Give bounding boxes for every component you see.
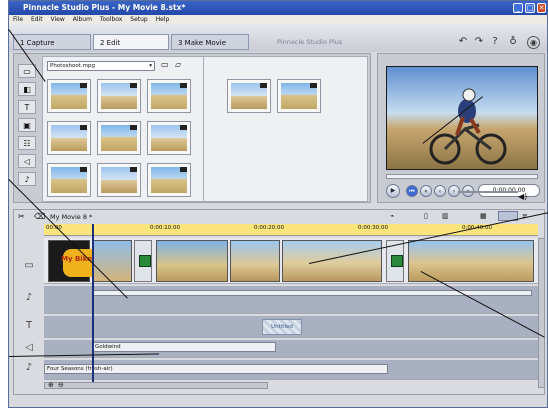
step-back-button[interactable]: ‹ xyxy=(434,185,446,197)
maximize-button[interactable]: □ xyxy=(525,3,535,13)
player-panel: ▶ ⏮ « ‹ › » 0:00:00.00 ◀) xyxy=(377,53,545,203)
ruler-tick-label: 0:00:10.00 xyxy=(150,225,180,231)
video-clip[interactable] xyxy=(230,240,280,282)
album-contents: Photoshoot.mpg ▾ ▭ ▱ xyxy=(42,56,368,203)
audio-mixer-icon[interactable]: ⌁ xyxy=(390,212,394,220)
go-to-start-button[interactable]: ⏮ xyxy=(406,185,418,197)
menus-tab-icon[interactable]: ☷ xyxy=(18,136,36,150)
video-clip[interactable] xyxy=(92,240,132,282)
volume-icon[interactable]: ◀) xyxy=(518,192,527,201)
music-track-icon: ♪ xyxy=(25,362,33,373)
storyboard-view-icon[interactable]: ▦ xyxy=(480,212,487,220)
scrubber-bar[interactable] xyxy=(386,174,538,179)
ruler-tick-label: 0:00:30.00 xyxy=(358,225,388,231)
sound-effects-track: Goldwind xyxy=(44,340,538,358)
source-file-value: Photoshoot.mpg xyxy=(50,63,96,69)
title-bar: Pinnacle Studio Plus - My Movie 8.stx* xyxy=(9,1,547,15)
brand-label: Pinnacle Studio Plus xyxy=(277,38,343,46)
menu-bar: File Edit View Album Toolbox Setup Help xyxy=(9,15,547,24)
play-button[interactable]: ▶ xyxy=(386,184,400,198)
cyclist-image xyxy=(429,88,507,165)
menu-file[interactable]: File xyxy=(13,16,23,23)
window-title: Pinnacle Studio Plus - My Movie 8.stx* xyxy=(23,3,186,12)
vertical-scrollbar[interactable] xyxy=(538,238,545,388)
music-tab-icon[interactable]: ♪ xyxy=(18,172,36,186)
album-page-divider xyxy=(203,57,204,203)
source-file-dropdown[interactable]: Photoshoot.mpg ▾ xyxy=(47,61,155,71)
menu-view[interactable]: View xyxy=(51,16,65,23)
photos-tab-icon[interactable]: ▣ xyxy=(18,118,36,132)
scene-thumbnail[interactable] xyxy=(97,121,141,155)
menu-setup[interactable]: Setup xyxy=(130,16,147,23)
redo-icon[interactable]: ↷ xyxy=(473,36,485,48)
scene-thumbnail[interactable] xyxy=(277,79,321,113)
album-tabs: ▭ ◧ T ▣ ☷ ◁ ♪ xyxy=(16,64,38,202)
video-clip[interactable] xyxy=(282,240,382,282)
scene-thumbnail[interactable] xyxy=(97,163,141,197)
preview-screen xyxy=(386,66,538,170)
scene-thumbnail[interactable] xyxy=(147,163,191,197)
video-clip[interactable] xyxy=(156,240,228,282)
product-logo-icon: ◉ xyxy=(527,36,540,49)
delete-clip-icon[interactable]: ▥ xyxy=(442,212,449,220)
ruler-tick-label: 0:00:20.00 xyxy=(254,225,284,231)
split-clip-icon[interactable]: ▯ xyxy=(424,212,428,220)
project-name: My Movie 8 * xyxy=(50,213,93,221)
undo-icon[interactable]: ↶ xyxy=(457,36,469,48)
menu-toolbox[interactable]: Toolbox xyxy=(100,16,123,23)
menu-help[interactable]: Help xyxy=(156,16,170,23)
transition-marker[interactable] xyxy=(134,240,152,282)
scene-thumbnail[interactable] xyxy=(147,121,191,155)
help-icon[interactable]: ? xyxy=(489,36,501,48)
sound-clip[interactable]: Goldwind xyxy=(92,342,276,352)
sound-effects-track-icon: ◁ xyxy=(25,342,33,353)
folder-icon[interactable]: ▭ xyxy=(161,60,169,69)
title-track-icon: T xyxy=(25,320,33,331)
music-clip[interactable]: Four Seasons (fresh-air) xyxy=(44,364,388,374)
rewind-button[interactable]: « xyxy=(420,185,432,197)
title-overlay-track: Untitled xyxy=(44,316,538,338)
video-track: My Bike xyxy=(44,238,538,284)
scene-thumbnail[interactable] xyxy=(227,79,271,113)
mode-bar: 1 Capture 2 Edit 3 Make Movie Pinnacle S… xyxy=(9,24,547,52)
chevron-down-icon: ▾ xyxy=(149,63,152,69)
scene-thumbnail[interactable] xyxy=(47,121,91,155)
music-track: Four Seasons (fresh-air) xyxy=(44,360,538,380)
hint-icon[interactable]: ♁ xyxy=(507,36,519,48)
playhead-scrubber[interactable] xyxy=(92,224,94,382)
scene-thumbnail[interactable] xyxy=(147,79,191,113)
timeline-panel: ✂ ⌫ My Movie 8 * ⌁ ▯ ▥ ▦ ≡ 00:00 0:00:10… xyxy=(13,209,545,395)
scene-thumbnail[interactable] xyxy=(47,79,91,113)
tab-make-movie[interactable]: 3 Make Movie xyxy=(171,34,249,50)
menu-edit[interactable]: Edit xyxy=(31,16,43,23)
transitions-tab-icon[interactable]: ◧ xyxy=(18,82,36,96)
zoom-out-icon[interactable]: ⊖ xyxy=(58,381,64,389)
audio-track-icon: ♪ xyxy=(25,292,33,303)
sound-tab-icon[interactable]: ◁ xyxy=(18,154,36,168)
zoom-in-icon[interactable]: ⊕ xyxy=(48,381,54,389)
minimize-button[interactable]: _ xyxy=(513,3,523,13)
scene-thumbnail[interactable] xyxy=(47,163,91,197)
tab-capture[interactable]: 1 Capture xyxy=(13,34,91,50)
album-panel: ▭ ◧ T ▣ ☷ ◁ ♪ Photoshoot.mpg ▾ ▭ ▱ xyxy=(13,53,371,203)
tab-edit[interactable]: 2 Edit xyxy=(93,34,169,50)
application-window: Pinnacle Studio Plus - My Movie 8.stx* _… xyxy=(8,0,548,408)
scene-thumbnail[interactable] xyxy=(97,79,141,113)
open-folder-icon[interactable]: ▱ xyxy=(175,60,181,69)
horizontal-scrollbar[interactable] xyxy=(44,382,268,389)
close-button[interactable]: ✕ xyxy=(537,3,546,13)
scissors-icon[interactable]: ✂ xyxy=(18,212,25,221)
title-overlay-clip[interactable]: Untitled xyxy=(262,319,302,335)
video-track-icon: ▭ xyxy=(24,260,34,271)
title-clip[interactable]: My Bike xyxy=(48,240,97,282)
menu-album[interactable]: Album xyxy=(73,16,92,23)
jog-slider[interactable] xyxy=(458,191,518,193)
titles-tab-icon[interactable]: T xyxy=(18,100,36,114)
